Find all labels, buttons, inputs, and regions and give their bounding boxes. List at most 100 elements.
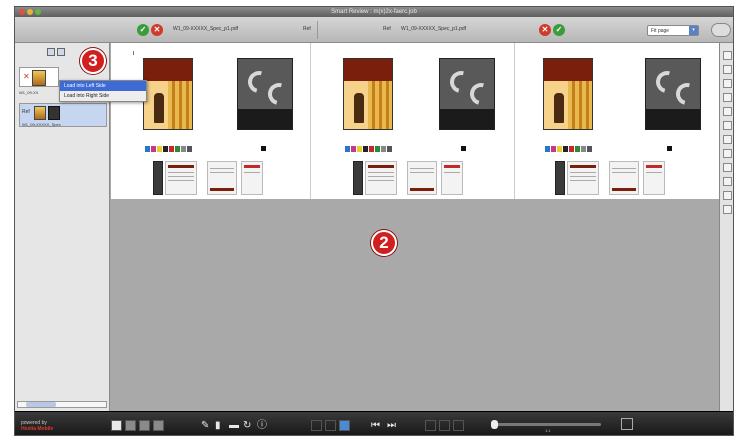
flyer-header bbox=[368, 165, 394, 168]
zoom-value: Fit page bbox=[651, 28, 670, 34]
tool-icon[interactable] bbox=[723, 205, 732, 214]
color-swatch bbox=[151, 146, 156, 152]
color-swatch bbox=[563, 146, 568, 152]
rotate-icon[interactable]: ↻ bbox=[243, 420, 251, 431]
poster-artwork bbox=[143, 58, 193, 130]
single-page-icon[interactable] bbox=[311, 420, 322, 431]
item-label: W1_09-XX bbox=[19, 90, 39, 95]
grid-view-icon[interactable] bbox=[111, 420, 122, 431]
right-file-name: W1_09-XXXXX_Spec_p1.pdf bbox=[401, 26, 467, 32]
right-mode-label[interactable]: Ref bbox=[383, 26, 391, 32]
flyer-panel bbox=[165, 161, 197, 195]
slider-handle[interactable] bbox=[491, 420, 498, 429]
note-icon[interactable]: ▬ bbox=[229, 420, 239, 431]
window-title: Smart Review : m(x)2x-faerc.job bbox=[331, 9, 417, 15]
reject-icon[interactable]: ✕ bbox=[151, 24, 163, 36]
tool-icon[interactable] bbox=[723, 191, 732, 200]
approve-icon[interactable]: ✓ bbox=[137, 24, 149, 36]
registration-mark bbox=[261, 146, 266, 151]
review-canvas[interactable] bbox=[111, 43, 719, 411]
color-swatches bbox=[145, 146, 205, 152]
tool-icon[interactable] bbox=[723, 51, 732, 60]
color-swatch bbox=[351, 146, 356, 152]
approve-icon[interactable]: ✓ bbox=[553, 24, 565, 36]
crop-mark bbox=[133, 51, 134, 55]
flyer-panel bbox=[567, 161, 599, 195]
text-line bbox=[210, 168, 234, 169]
list-view-icon[interactable] bbox=[125, 420, 136, 431]
flyer-footer bbox=[612, 188, 636, 191]
list-view-icon[interactable] bbox=[57, 48, 65, 56]
tool-icon[interactable] bbox=[723, 149, 732, 158]
app-logo: powered by Hestia Mobile bbox=[21, 420, 53, 432]
moon-artwork bbox=[645, 58, 701, 130]
spread-page-icon[interactable] bbox=[339, 420, 350, 431]
tool-icon[interactable] bbox=[723, 107, 732, 116]
flyer-header bbox=[646, 165, 662, 168]
flyer-panel bbox=[365, 161, 397, 195]
tool-icon[interactable] bbox=[723, 163, 732, 172]
poster-header bbox=[144, 59, 192, 81]
flyer-panel bbox=[609, 161, 639, 195]
toolbar-toggle-button[interactable] bbox=[711, 23, 731, 37]
slider-label: 1:1 bbox=[545, 428, 551, 433]
prev-icon[interactable]: ⏮ bbox=[371, 420, 380, 431]
tool-icon[interactable] bbox=[723, 135, 732, 144]
resize-icon[interactable] bbox=[621, 418, 633, 430]
scrollbar-thumb[interactable] bbox=[26, 402, 56, 407]
grid-view-icon[interactable] bbox=[47, 48, 55, 56]
text-line bbox=[168, 172, 194, 173]
color-swatch bbox=[163, 146, 168, 152]
tool-icon[interactable] bbox=[723, 177, 732, 186]
callout-main-canvas: 2 bbox=[371, 230, 397, 256]
menu-item-load-right[interactable]: Load into Right Side bbox=[60, 91, 146, 101]
reject-icon[interactable]: ✕ bbox=[539, 24, 551, 36]
document-thumbnail bbox=[34, 106, 46, 120]
text-line bbox=[368, 180, 394, 181]
fullscreen-icon[interactable] bbox=[439, 420, 450, 431]
text-line bbox=[410, 168, 434, 169]
text-line bbox=[368, 172, 394, 173]
screenshot-frame: Smart Review : m(x)2x-faerc.job ✓ ✕ W1_0… bbox=[0, 0, 738, 440]
measure-icon[interactable]: ✎ bbox=[201, 420, 209, 431]
poster-curtain bbox=[568, 81, 592, 129]
tool-icon[interactable] bbox=[723, 121, 732, 130]
left-mode-label[interactable]: Ref bbox=[303, 26, 311, 32]
menu-item-load-left[interactable]: Load into Left Side bbox=[60, 81, 146, 91]
color-swatch bbox=[581, 146, 586, 152]
callout-sidebar-menu: 3 bbox=[80, 48, 106, 74]
toolbar: ✓ ✕ W1_09-XXXXX_Spec_p1.pdf Ref Ref W1_0… bbox=[15, 17, 733, 43]
tool-icon[interactable] bbox=[723, 79, 732, 88]
document-thumbnail bbox=[32, 70, 46, 86]
compare-icon[interactable] bbox=[453, 420, 464, 431]
fit-icon[interactable] bbox=[425, 420, 436, 431]
text-line bbox=[612, 172, 636, 173]
page-spread[interactable] bbox=[315, 43, 515, 199]
print-panel bbox=[153, 161, 163, 195]
page-spread[interactable] bbox=[111, 43, 311, 199]
left-file-name: W1_09-XXXXX_Spec_p1.pdf bbox=[173, 26, 239, 32]
sidebar-scrollbar[interactable] bbox=[17, 401, 107, 408]
item-mode-label: Ref bbox=[22, 109, 30, 115]
color-swatch bbox=[369, 146, 374, 152]
flyer-panel bbox=[441, 161, 463, 195]
remove-icon[interactable]: ✕ bbox=[23, 72, 30, 81]
list-item[interactable]: Ref W1_09-XXXXX_Spec bbox=[19, 103, 107, 127]
tool-icon[interactable] bbox=[723, 65, 732, 74]
text-line bbox=[410, 172, 434, 173]
page-view-icon[interactable] bbox=[153, 420, 164, 431]
zoom-select[interactable]: Fit page ▾ bbox=[647, 25, 699, 36]
pin-icon[interactable]: ▮ bbox=[215, 420, 221, 431]
zoom-slider[interactable] bbox=[491, 420, 601, 429]
poster-curtain bbox=[168, 81, 192, 129]
flyer-footer bbox=[410, 188, 434, 191]
double-page-icon[interactable] bbox=[325, 420, 336, 431]
next-icon[interactable]: ⏭ bbox=[387, 420, 396, 431]
film-view-icon[interactable] bbox=[139, 420, 150, 431]
flyer-header bbox=[444, 165, 460, 168]
list-item[interactable]: ✕ bbox=[19, 67, 59, 87]
page-spread[interactable] bbox=[519, 43, 719, 199]
info-icon[interactable]: ⓘ bbox=[257, 420, 267, 431]
tool-icon[interactable] bbox=[723, 93, 732, 102]
poster-header bbox=[544, 59, 592, 81]
